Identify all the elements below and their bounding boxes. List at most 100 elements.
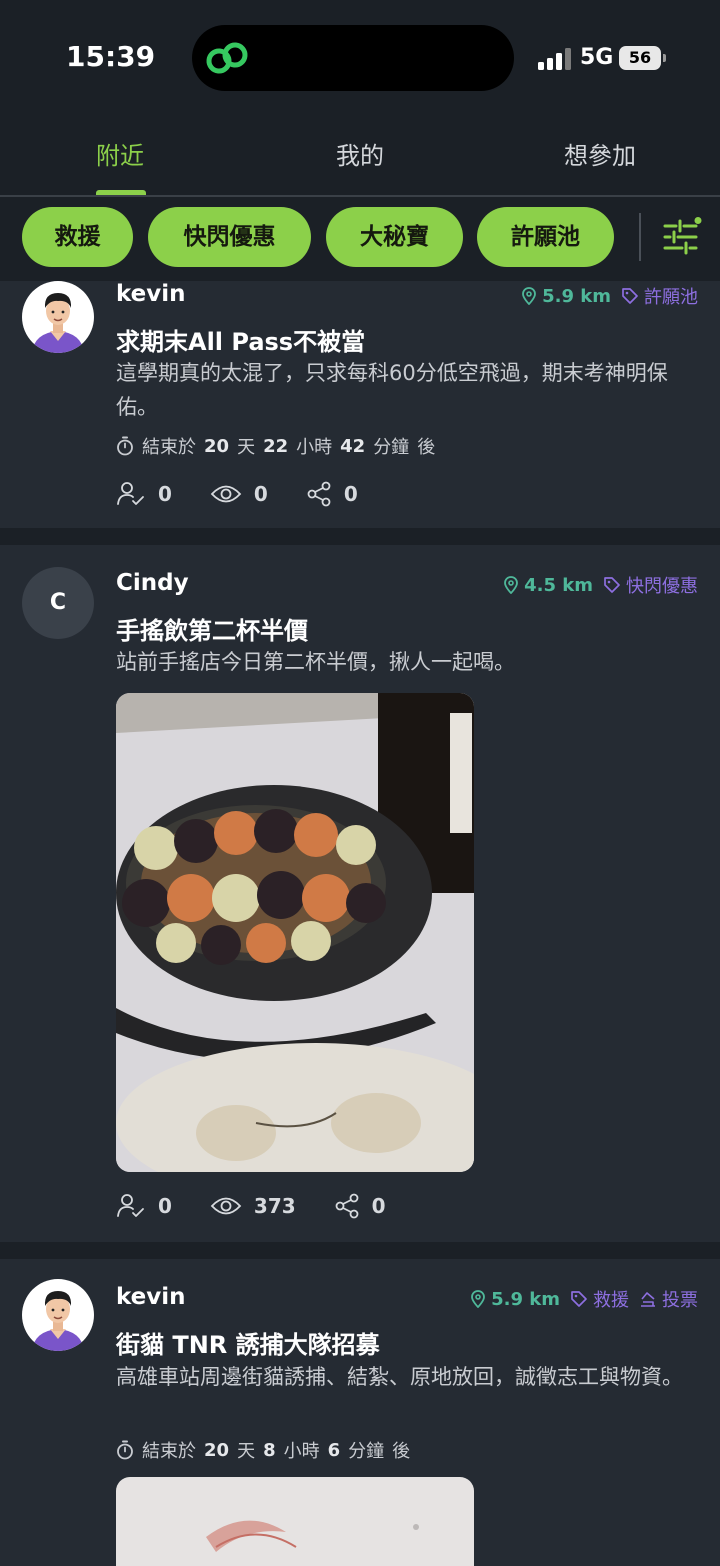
deadline-hours: 22 (263, 435, 289, 457)
distance: 4.5 km (504, 575, 593, 596)
tag[interactable]: 救援 (570, 1286, 629, 1312)
deadline-days: 20 (204, 435, 230, 457)
location-pin-icon (471, 1290, 486, 1308)
tag-label: 快閃優惠 (626, 576, 698, 597)
deadline-minutes-unit: 分鐘 (373, 437, 410, 458)
post-meta: 5.9 km 許願池 (522, 283, 698, 309)
network-label: 5G (580, 45, 614, 70)
post-title[interactable]: 街貓 TNR 誘捕大隊招募 (116, 1325, 380, 1360)
participants-stat[interactable]: 0 (116, 1193, 172, 1219)
post-stats: 0 373 0 (116, 1193, 424, 1219)
filter-chip-wishing-well[interactable]: 許願池 (477, 207, 614, 267)
post-card[interactable]: kevin 5.9 km 許願池 求期末All Pass不被當 這學期真的太混了… (0, 281, 720, 528)
cat-photo-image (116, 1477, 474, 1566)
tab-want-to-join[interactable]: 想參加 (480, 136, 720, 171)
avatar[interactable]: C (22, 567, 94, 639)
post-card[interactable]: C Cindy 4.5 km 快閃優惠 手搖飲第二杯半價 站前手搖店今日第二杯半… (0, 545, 720, 1242)
shares-stat[interactable]: 0 (306, 481, 358, 507)
post-body: 這學期真的太混了，只求每科60分低空飛過，期末考神明保佑。 (116, 361, 668, 419)
deadline: 結束於 20 天 22 小時 42 分鐘 後 (116, 433, 435, 459)
shares-stat[interactable]: 0 (334, 1193, 386, 1219)
vote-badge[interactable]: 投票 (639, 1286, 698, 1312)
distance-label: 5.9 km (491, 1288, 560, 1310)
post-card[interactable]: kevin 5.9 km 救援 投票 街貓 TNR 誘捕大隊招募 高雄車站周邊街… (0, 1259, 720, 1566)
location-pin-icon (522, 287, 537, 305)
views-stat: 373 (210, 1194, 296, 1218)
tag[interactable]: 快閃優惠 (603, 572, 698, 598)
signal-icon (538, 48, 571, 70)
share-icon (307, 481, 331, 507)
user-check-icon (117, 482, 144, 505)
deadline-hours: 8 (263, 1439, 276, 1461)
battery-tip (663, 54, 666, 62)
post-title[interactable]: 求期末All Pass不被當 (116, 322, 365, 357)
location-pin-icon (504, 576, 519, 594)
deadline-prefix: 結束於 (142, 1441, 196, 1462)
post-meta: 4.5 km 快閃優惠 (504, 572, 698, 598)
vote-icon (641, 1292, 655, 1307)
participants-count: 0 (158, 1194, 172, 1218)
tag[interactable]: 許願池 (621, 283, 698, 309)
username[interactable]: kevin (116, 281, 186, 307)
distance-label: 4.5 km (524, 574, 593, 596)
eye-icon (210, 1197, 242, 1215)
status-time: 15:39 (66, 40, 156, 73)
shares-count: 0 (343, 482, 358, 506)
filter-chip-treasure[interactable]: 大秘寶 (326, 207, 463, 267)
deadline: 結束於 20 天 8 小時 6 分鐘 後 (116, 1437, 410, 1463)
username[interactable]: kevin (116, 1284, 186, 1310)
post-body: 站前手搖店今日第二杯半價，揪人一起喝。 (116, 650, 515, 674)
battery-icon: 56 (619, 46, 661, 70)
deadline-days: 20 (204, 1439, 230, 1461)
timer-icon (117, 1440, 133, 1460)
filter-bar: 救援 快閃優惠 大秘寶 許願池 (0, 197, 720, 281)
deadline-minutes-unit: 分鐘 (348, 1441, 385, 1462)
vote-label: 投票 (662, 1290, 698, 1311)
tag-icon (622, 288, 638, 304)
tag-icon (604, 577, 620, 593)
views-count: 0 (253, 482, 268, 506)
avatar[interactable] (22, 1279, 94, 1351)
deadline-prefix: 結束於 (142, 437, 196, 458)
timer-icon (117, 436, 133, 456)
post-meta: 5.9 km 救援 投票 (471, 1286, 698, 1312)
post-stats: 0 0 0 (116, 481, 396, 507)
tab-bar: 附近 我的 想參加 (0, 110, 720, 196)
distance: 5.9 km (471, 1289, 560, 1310)
deadline-days-unit: 天 (237, 1441, 256, 1462)
user-avatar-icon (22, 1279, 94, 1351)
views-count: 373 (253, 1194, 296, 1218)
tag-label: 救援 (593, 1290, 629, 1311)
participants-stat[interactable]: 0 (116, 481, 172, 507)
filter-divider (639, 213, 641, 261)
app-link-icon (206, 42, 248, 74)
tag-icon (571, 1291, 587, 1307)
distance: 5.9 km (522, 286, 611, 307)
filter-chip-rescue[interactable]: 救援 (22, 207, 133, 267)
participants-count: 0 (158, 482, 172, 506)
filter-chip-flash-deal[interactable]: 快閃優惠 (148, 207, 311, 267)
post-title[interactable]: 手搖飲第二杯半價 (116, 611, 308, 646)
tag-label: 許願池 (644, 287, 698, 308)
avatar[interactable] (22, 281, 94, 353)
post-photo[interactable] (116, 693, 474, 1172)
deadline-suffix: 後 (417, 437, 436, 458)
tab-mine[interactable]: 我的 (240, 136, 480, 171)
eye-icon (210, 485, 242, 503)
user-check-icon (117, 1194, 144, 1217)
deadline-minutes: 6 (327, 1439, 341, 1461)
filter-settings-icon[interactable] (662, 217, 702, 257)
post-photo[interactable] (116, 1477, 474, 1566)
shares-count: 0 (371, 1194, 386, 1218)
share-icon (335, 1193, 359, 1219)
post-body: 高雄車站周邊街貓誘捕、結紮、原地放回，誠徵志工與物資。 (116, 1365, 683, 1389)
deadline-minutes: 42 (340, 435, 366, 457)
dynamic-island (192, 25, 514, 91)
distance-label: 5.9 km (542, 285, 611, 307)
deadline-days-unit: 天 (237, 437, 256, 458)
user-avatar-icon (22, 281, 94, 353)
username[interactable]: Cindy (116, 570, 189, 596)
tab-nearby[interactable]: 附近 (0, 136, 240, 171)
deadline-suffix: 後 (392, 1441, 411, 1462)
views-stat: 0 (210, 482, 268, 506)
